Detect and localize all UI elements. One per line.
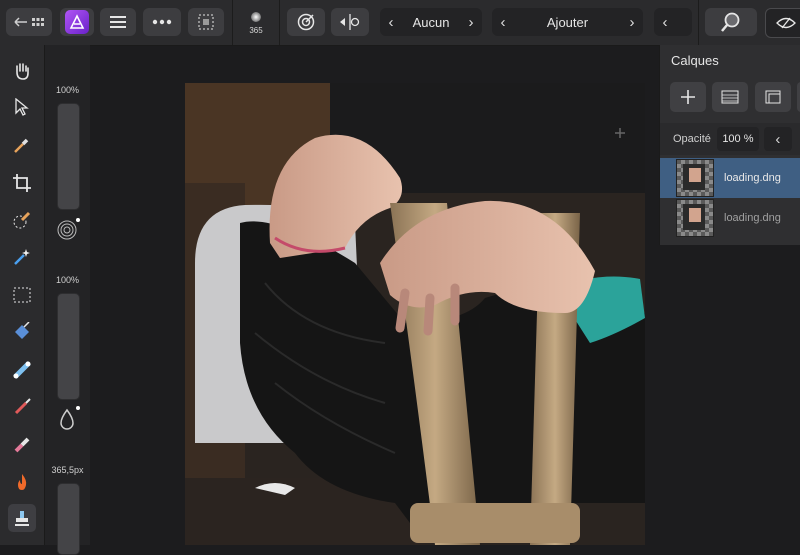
layer-thumbnail [676,199,714,237]
chevron-right-icon[interactable]: › [460,14,482,31]
eye-icon [776,17,796,29]
layer-name: loading.dng [724,172,781,184]
add-adjustment-button[interactable] [712,82,748,112]
flow-drop-icon[interactable] [55,405,81,433]
color-picker-tool[interactable] [8,131,36,159]
group-layers-button[interactable] [755,82,791,112]
clone-stamp-icon [15,511,29,526]
gradient-tool[interactable] [8,356,36,384]
hand-icon [16,63,29,80]
back-grid-icon [14,17,44,27]
width-slider[interactable] [57,483,80,555]
paintbrush-icon [14,398,31,415]
flow-slider-label: 100% [55,275,80,285]
brush-context-sliders: 100% 100% 365,5px [45,45,90,555]
more-button[interactable] [143,8,181,36]
flow-slider[interactable] [57,293,80,400]
hardness-icon[interactable] [55,217,81,243]
eraser-icon [14,437,30,453]
menu-button[interactable] [100,8,136,36]
pointer-arrow-icon [15,98,29,116]
layers-panel-title: Calques [671,53,719,68]
zoom-magnifier-icon [721,12,740,32]
layer-row[interactable]: loading.dng [660,158,800,198]
layer-thumbnail [676,159,714,197]
plus-icon [681,90,695,104]
target-icon [297,13,315,31]
blend-mode-selector[interactable]: ‹ Ajouter › [492,8,643,36]
previous-selector[interactable]: ‹ [654,8,692,36]
tools-panel [0,45,45,545]
crop-tool[interactable] [8,169,36,197]
clone-stamp-tool[interactable] [8,504,36,532]
paint-brush-tool[interactable] [8,393,36,421]
selection-mode-selector[interactable]: ‹ Aucun › [380,8,482,36]
rectangle-marquee-icon [13,287,31,303]
selection-brush-tool[interactable] [8,206,36,234]
add-layer-button[interactable] [670,82,706,112]
mirror-icon [340,14,360,30]
mirror-button[interactable] [331,8,369,36]
erase-tool[interactable] [8,431,36,459]
opacity-slider-label: 100% [55,85,80,95]
zoom-button[interactable] [705,8,757,36]
paint-bucket-icon [15,322,30,339]
hand-tool[interactable] [8,57,36,85]
brush-size-indicator[interactable]: 365 [241,7,271,41]
hamburger-icon [110,16,126,28]
app-persona-button[interactable] [60,8,94,36]
brush-size-value: 365 [249,26,263,35]
flame-icon [18,474,27,490]
chevron-left-icon[interactable]: ‹ [492,14,514,31]
brush-preview-icon [251,12,261,22]
gradient-icon [13,361,31,379]
width-slider-label: 365,5px [51,465,84,475]
opacity-row: Opacité 100 % ‹ [660,123,800,155]
blend-mode-label: Ajouter [546,14,589,30]
selection-button[interactable] [188,8,224,36]
more-dots-icon [152,19,172,25]
layers-panel: Calques Opacité 100 % ‹ loading.dng load… [659,45,800,245]
top-toolbar: 365 ‹ Aucun › ‹ Ajouter › ‹ [0,0,800,46]
chevron-right-icon[interactable]: › [621,14,643,31]
marquee-selection-icon [198,14,214,30]
flood-select-tool[interactable] [8,243,36,271]
opacity-slider[interactable] [57,103,80,210]
eyedropper-icon [14,138,29,153]
marquee-tool[interactable] [8,281,36,309]
burn-tool[interactable] [8,468,36,496]
photo-persona-icon [65,10,89,34]
move-tool[interactable] [8,93,36,121]
selection-brush-icon [13,211,31,229]
chevron-left-icon[interactable]: ‹ [763,127,792,151]
opacity-label: Opacité [673,133,711,145]
selection-mode-label: Aucun [412,14,450,30]
crop-icon [13,174,31,192]
chevron-left-icon[interactable]: ‹ [380,14,402,31]
document-canvas[interactable] [185,83,645,545]
magic-wand-icon [14,249,30,265]
layer-row[interactable]: loading.dng [660,198,800,238]
view-button[interactable] [765,8,800,38]
symmetry-target-button[interactable] [287,8,325,36]
group-icon [765,90,781,104]
layer-stack-icon [721,90,739,104]
photo-image [185,83,645,545]
chevron-left-icon[interactable]: ‹ [654,14,676,31]
opacity-value[interactable]: 100 % [716,127,759,151]
back-to-home-button[interactable] [6,8,52,36]
layer-name: loading.dng [724,212,781,224]
fill-tool[interactable] [8,318,36,346]
